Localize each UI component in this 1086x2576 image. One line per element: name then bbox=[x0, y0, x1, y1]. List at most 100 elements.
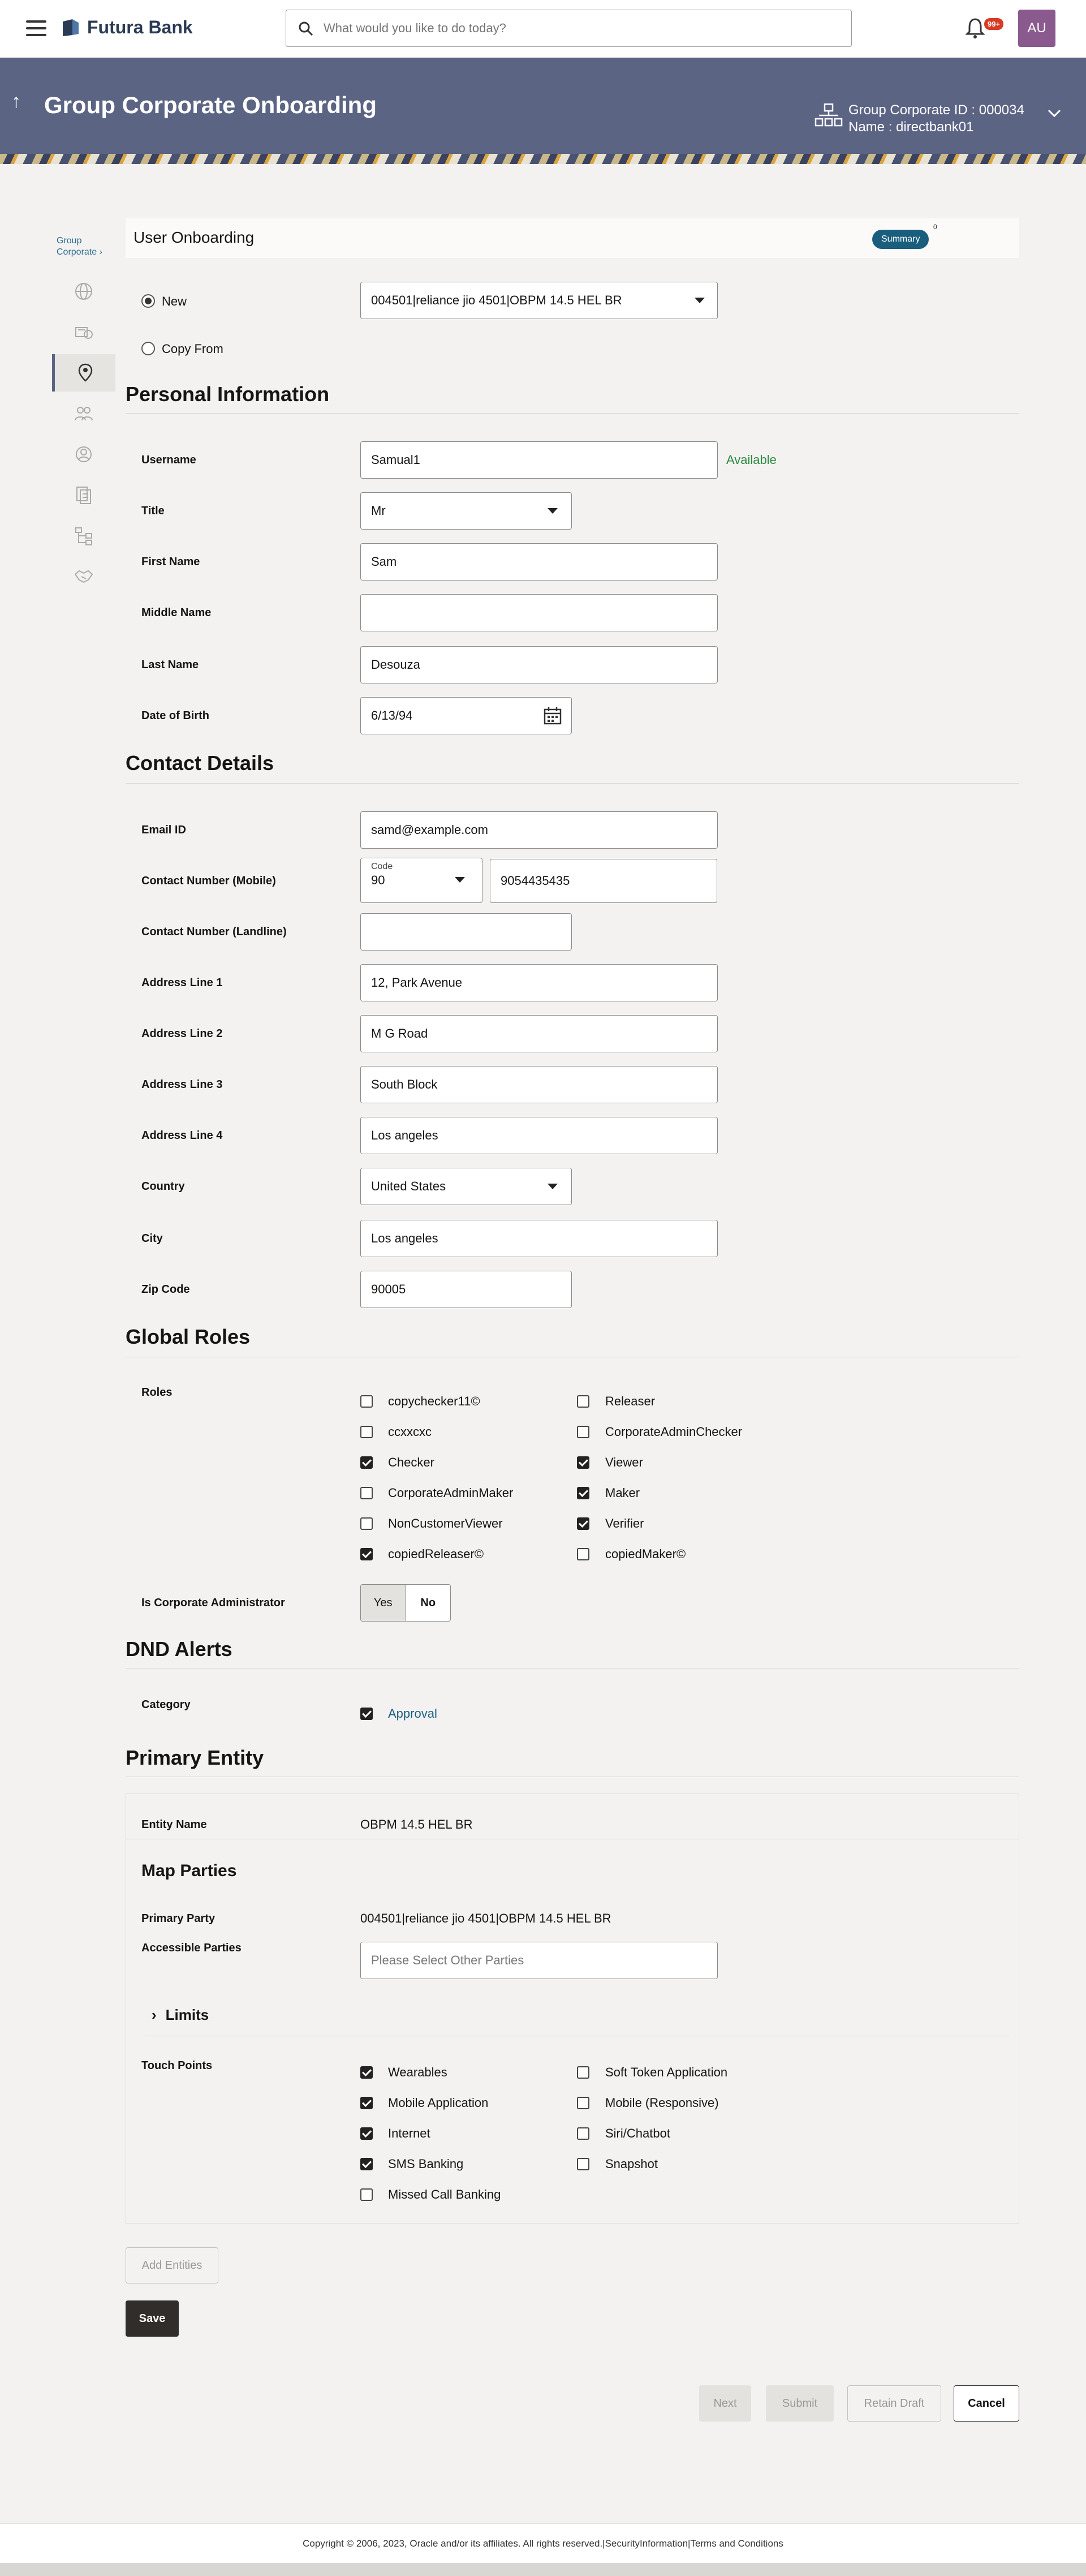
touch-point-checkbox[interactable] bbox=[360, 2127, 373, 2140]
role-checkbox[interactable] bbox=[360, 1426, 373, 1438]
role-label: Viewer bbox=[605, 1455, 643, 1469]
touch-point-checkbox[interactable] bbox=[360, 2158, 373, 2170]
role-checkbox[interactable] bbox=[577, 1395, 589, 1408]
touch-point-label: Mobile Application bbox=[388, 2096, 489, 2110]
address2-label: Address Line 2 bbox=[141, 1027, 223, 1040]
corporate-info: Group Corporate ID : 000034 Name : direc… bbox=[848, 102, 1024, 136]
limits-label: Limits bbox=[165, 2006, 209, 2023]
code-label: Code bbox=[371, 862, 393, 871]
touch-point-checkbox[interactable] bbox=[360, 2097, 373, 2109]
page-title: Group Corporate Onboarding bbox=[44, 92, 377, 118]
no-option[interactable]: No bbox=[406, 1585, 451, 1621]
zip-field[interactable]: 90005 bbox=[360, 1271, 572, 1308]
touch-point-checkbox[interactable] bbox=[360, 2066, 373, 2079]
landline-field[interactable] bbox=[360, 913, 572, 951]
sidebar-item-settings-user[interactable] bbox=[52, 436, 115, 473]
summary-button[interactable]: Summary bbox=[872, 230, 929, 249]
entity-name-label: Entity Name bbox=[141, 1818, 207, 1831]
limits-toggle[interactable]: › Limits bbox=[152, 2006, 209, 2024]
touch-point-label: Missed Call Banking bbox=[388, 2187, 501, 2201]
role-checkbox[interactable] bbox=[577, 1517, 589, 1530]
touch-point-checkbox[interactable] bbox=[577, 2158, 589, 2170]
landline-label: Contact Number (Landline) bbox=[141, 926, 287, 938]
address3-value: South Block bbox=[371, 1077, 438, 1091]
sidebar-item-globe[interactable] bbox=[52, 273, 115, 310]
first-name-value: Sam bbox=[371, 554, 397, 569]
touch-point-checkbox[interactable] bbox=[577, 2097, 589, 2109]
mobile-value: 9054435435 bbox=[501, 874, 570, 888]
sidebar-item-hierarchy[interactable] bbox=[52, 517, 115, 554]
onboarding-header: User Onboarding Summary 0 bbox=[126, 218, 1019, 258]
sidebar-item-agreements[interactable] bbox=[52, 558, 115, 595]
touch-point-checkbox[interactable] bbox=[577, 2066, 589, 2079]
sidebar-item-user-onboarding[interactable] bbox=[52, 354, 115, 392]
touch-point-checkbox[interactable] bbox=[360, 2188, 373, 2201]
mobile-label: Contact Number (Mobile) bbox=[141, 875, 276, 887]
sidebar-item-documents[interactable] bbox=[52, 476, 115, 514]
address1-field[interactable]: 12, Park Avenue bbox=[360, 964, 718, 1001]
accessible-parties-select[interactable]: Please Select Other Parties bbox=[360, 1942, 718, 1979]
role-checkbox[interactable] bbox=[360, 1395, 373, 1408]
party-select[interactable]: 004501|reliance jio 4501|OBPM 14.5 HEL B… bbox=[360, 282, 718, 319]
footer: Copyright © 2006, 2023, Oracle and/or it… bbox=[0, 2523, 1086, 2563]
yes-option[interactable]: Yes bbox=[361, 1585, 406, 1621]
first-name-field[interactable]: Sam bbox=[360, 543, 718, 580]
address4-field[interactable]: Los angeles bbox=[360, 1117, 718, 1154]
back-arrow-icon[interactable]: ↑ bbox=[11, 91, 21, 113]
save-button[interactable]: Save bbox=[126, 2300, 179, 2337]
role-label: CorporateAdminMaker bbox=[388, 1486, 514, 1500]
role-checkbox[interactable] bbox=[360, 1517, 373, 1530]
title-select-value: Mr bbox=[371, 504, 386, 518]
bell-icon[interactable] bbox=[965, 17, 985, 40]
role-checkbox[interactable] bbox=[360, 1456, 373, 1469]
role-label: Checker bbox=[388, 1455, 434, 1469]
mobile-field[interactable]: 9054435435 bbox=[490, 859, 717, 903]
sidebar-breadcrumb[interactable]: Group Corporate › bbox=[57, 235, 102, 258]
dnd-alerts-heading: DND Alerts bbox=[126, 1637, 232, 1661]
address3-field[interactable]: South Block bbox=[360, 1066, 718, 1103]
username-label: Username bbox=[141, 454, 196, 466]
address2-field[interactable]: M G Road bbox=[360, 1015, 718, 1052]
middle-name-field[interactable] bbox=[360, 594, 718, 631]
search-box[interactable] bbox=[286, 10, 852, 47]
dob-label: Date of Birth bbox=[141, 709, 209, 722]
sidebar-item-groups[interactable] bbox=[52, 395, 115, 432]
avatar[interactable]: AU bbox=[1018, 10, 1055, 47]
chevron-down-icon[interactable] bbox=[1046, 105, 1062, 121]
role-checkbox[interactable] bbox=[577, 1487, 589, 1499]
copy-from-radio[interactable] bbox=[141, 342, 155, 355]
settings-user-icon bbox=[76, 446, 92, 462]
role-checkbox[interactable] bbox=[360, 1548, 373, 1560]
search-input[interactable] bbox=[324, 10, 833, 46]
add-entities-button[interactable]: Add Entities bbox=[126, 2247, 218, 2283]
role-checkbox[interactable] bbox=[577, 1548, 589, 1560]
last-name-field[interactable]: Desouza bbox=[360, 646, 718, 683]
title-select[interactable]: Mr bbox=[360, 492, 572, 530]
menu-icon[interactable] bbox=[26, 20, 46, 36]
role-checkbox[interactable] bbox=[577, 1456, 589, 1469]
new-radio[interactable] bbox=[141, 294, 155, 308]
touch-point-label: Siri/Chatbot bbox=[605, 2126, 670, 2140]
approval-checkbox[interactable] bbox=[360, 1708, 373, 1720]
touch-point-label: Soft Token Application bbox=[605, 2065, 728, 2079]
country-select[interactable]: United States bbox=[360, 1168, 572, 1205]
username-field[interactable]: Samual1 bbox=[360, 441, 718, 479]
copy-from-label: Copy From bbox=[162, 342, 223, 356]
sidebar-item-bank[interactable] bbox=[52, 313, 115, 351]
submit-button[interactable]: Submit bbox=[766, 2385, 834, 2422]
search-icon bbox=[299, 21, 313, 36]
role-label: copiedMaker© bbox=[605, 1547, 686, 1561]
touch-point-checkbox[interactable] bbox=[577, 2127, 589, 2140]
email-field[interactable]: samd@example.com bbox=[360, 811, 718, 849]
role-checkbox[interactable] bbox=[360, 1487, 373, 1499]
calendar-icon[interactable] bbox=[543, 706, 562, 725]
touch-point-label: Mobile (Responsive) bbox=[605, 2096, 719, 2110]
logo[interactable]: Futura Bank bbox=[61, 17, 193, 38]
next-button[interactable]: Next bbox=[699, 2385, 751, 2422]
city-field[interactable]: Los angeles bbox=[360, 1220, 718, 1257]
retain-draft-button[interactable]: Retain Draft bbox=[847, 2385, 941, 2422]
role-checkbox[interactable] bbox=[577, 1426, 589, 1438]
cancel-button[interactable]: Cancel bbox=[954, 2385, 1019, 2422]
dob-field[interactable]: 6/13/94 bbox=[360, 697, 572, 734]
onboarding-title: User Onboarding bbox=[133, 229, 255, 246]
